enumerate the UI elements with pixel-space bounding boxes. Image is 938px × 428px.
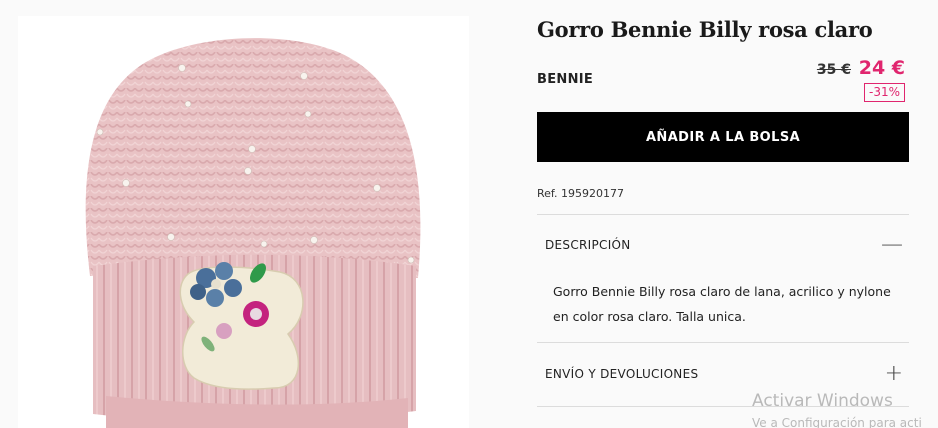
windows-activation-watermark: Activar Windows	[752, 391, 893, 411]
product-reference: Ref. 195920177	[537, 187, 624, 200]
description-label: DESCRIPCIÓN	[545, 238, 631, 252]
plus-icon[interactable]: +	[885, 359, 903, 389]
minus-icon[interactable]: —	[881, 230, 903, 260]
product-title: Gorro Bennie Billy rosa claro	[537, 17, 873, 42]
divider	[537, 342, 909, 343]
divider	[537, 214, 909, 215]
product-image[interactable]	[18, 16, 469, 428]
beanie-product-photo	[85, 38, 421, 428]
shipping-label: ENVÍO Y DEVOLUCIONES	[545, 367, 699, 381]
original-price: 35 €	[816, 62, 851, 78]
description-line: Gorro Bennie Billy rosa claro de lana, a…	[553, 284, 891, 299]
description-line: en color rosa claro. Talla unica.	[553, 309, 746, 324]
add-to-bag-button[interactable]: AÑADIR A LA BOLSA	[537, 112, 909, 162]
product-page: Gorro Bennie Billy rosa claro BENNIE 35 …	[0, 0, 938, 428]
description-accordion-header[interactable]: DESCRIPCIÓN —	[537, 226, 909, 266]
discount-badge: -31%	[863, 83, 905, 102]
sale-price: 24 €	[858, 57, 905, 79]
product-category: BENNIE	[537, 72, 594, 87]
shipping-accordion-header[interactable]: ENVÍO Y DEVOLUCIONES +	[537, 355, 909, 395]
windows-activation-subtitle: Ve a Configuración para acti	[752, 416, 922, 428]
description-text: Gorro Bennie Billy rosa claro de lana, a…	[553, 279, 898, 329]
